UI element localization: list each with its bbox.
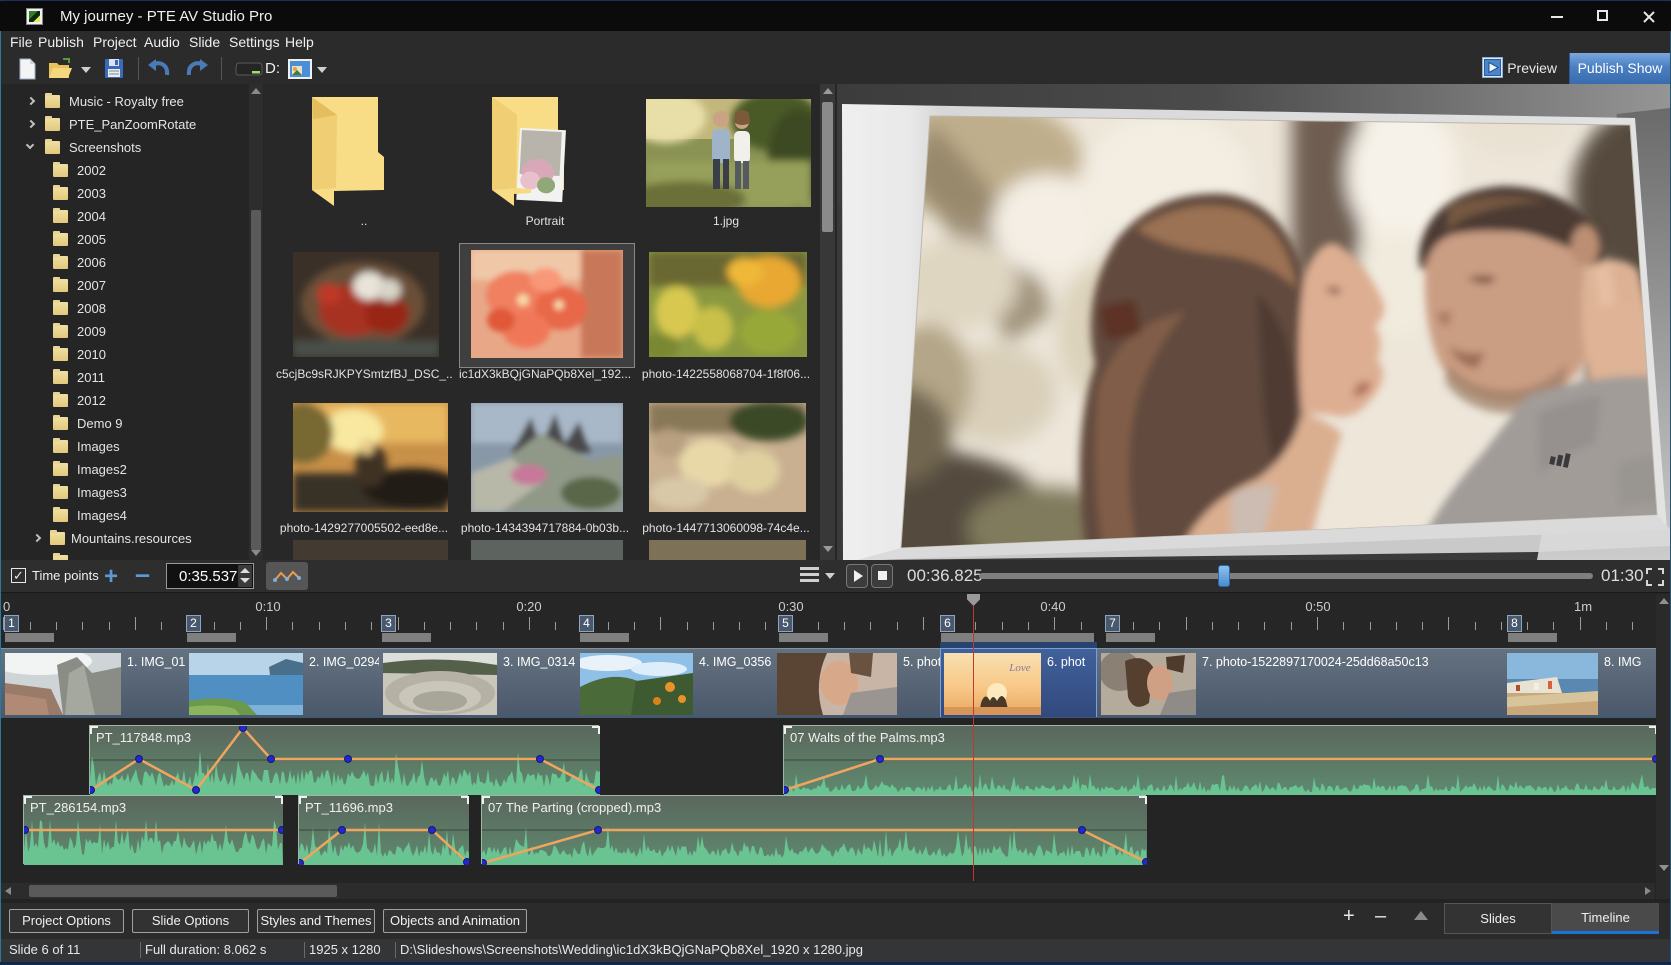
svg-text:Love: Love: [1008, 662, 1031, 674]
